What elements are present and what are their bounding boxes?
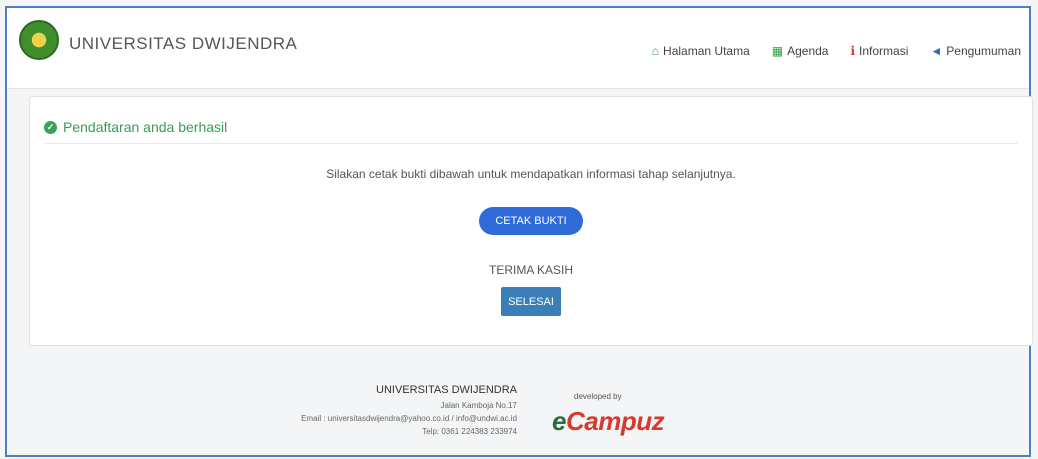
main-nav: ⌂ Halaman Utama ▦ Agenda i Informasi ◄ P… — [652, 44, 1021, 58]
footer-email: Email : universitasdwijendra@yahoo.co.id… — [301, 414, 517, 423]
nav-label: Pengumuman — [946, 44, 1021, 58]
footer-university-name: UNIVERSITAS DWIJENDRA — [376, 384, 517, 396]
ecampuz-logo[interactable]: eCampuz — [552, 406, 665, 437]
nav-informasi[interactable]: i Informasi — [850, 44, 908, 58]
browser-frame: UNIVERSITAS DWIJENDRA ⌂ Halaman Utama ▦ … — [5, 6, 1033, 457]
registration-result-panel: ✓ Pendaftaran anda berhasil Silakan ceta… — [29, 96, 1033, 346]
footer-phone: Telp: 0361 224383 233974 — [422, 427, 517, 436]
nav-pengumuman[interactable]: ◄ Pengumuman — [930, 44, 1021, 58]
footer-address: Jalan Kamboja No.17 — [440, 401, 518, 410]
ecampuz-logo-text: Campuz — [565, 406, 665, 436]
site-title[interactable]: UNIVERSITAS DWIJENDRA — [69, 34, 297, 54]
nav-label: Informasi — [859, 44, 909, 58]
home-icon: ⌂ — [651, 44, 660, 58]
ecampuz-logo-e: e — [552, 406, 566, 436]
megaphone-icon: ◄ — [930, 44, 943, 58]
print-proof-button[interactable]: CETAK BUKTI — [479, 207, 583, 235]
panel-heading: ✓ Pendaftaran anda berhasil — [44, 119, 227, 135]
footer-contact: UNIVERSITAS DWIJENDRA Jalan Kamboja No.1… — [301, 384, 517, 438]
top-navbar: UNIVERSITAS DWIJENDRA ⌂ Halaman Utama ▦ … — [7, 8, 1029, 89]
nav-halaman-utama[interactable]: ⌂ Halaman Utama — [652, 44, 750, 58]
info-icon: i — [850, 44, 856, 58]
calendar-icon: ▦ — [771, 44, 784, 58]
nav-agenda[interactable]: ▦ Agenda — [772, 44, 829, 58]
panel-title: Pendaftaran anda berhasil — [63, 119, 228, 135]
nav-label: Halaman Utama — [663, 44, 750, 58]
university-seal-icon[interactable] — [19, 20, 59, 60]
check-circle-icon: ✓ — [44, 120, 57, 134]
done-button[interactable]: SELESAI — [501, 287, 561, 316]
developed-by-label: developed by — [574, 392, 622, 401]
thank-you-text: TERIMA KASIH — [488, 263, 574, 277]
divider — [44, 143, 1018, 144]
instruction-text: Silakan cetak bukti dibawah untuk mendap… — [326, 167, 736, 181]
nav-label: Agenda — [787, 44, 829, 58]
